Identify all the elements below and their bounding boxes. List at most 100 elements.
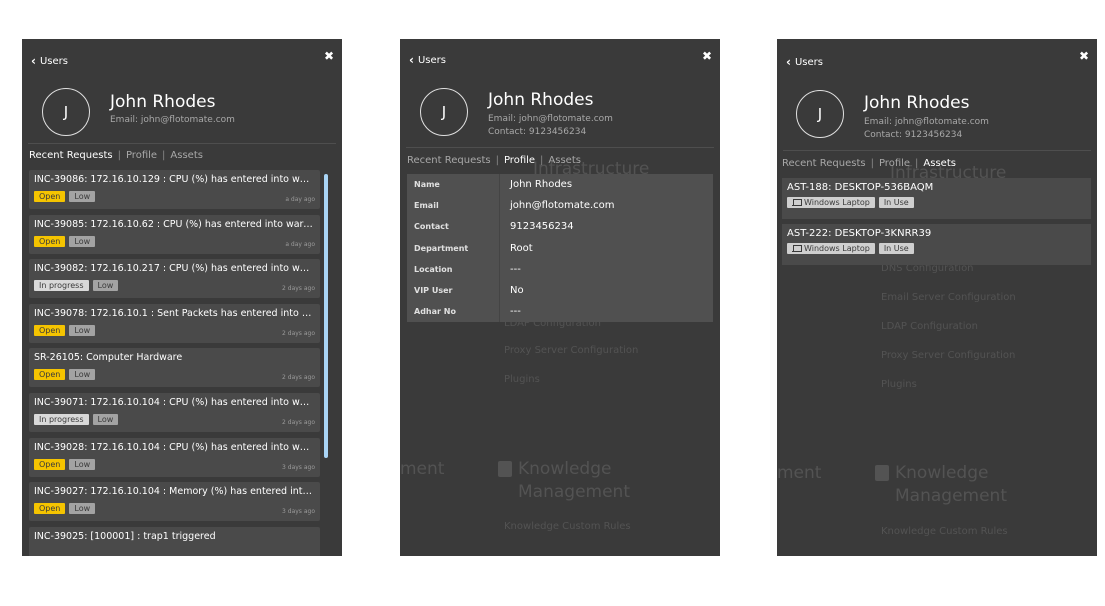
header-divider [406,147,714,148]
close-icon[interactable]: ✖ [1079,49,1089,63]
request-card[interactable]: INC-39025: [100001] : trap1 triggered [29,526,320,556]
tab-profile[interactable]: Profile [126,150,157,161]
request-card[interactable]: INC-39086: 172.16.10.129 : CPU (%) has e… [29,170,320,209]
asset-card[interactable]: AST-222: DESKTOP-3KNRR39 Windows Laptop In… [782,224,1091,265]
tab-recent-requests[interactable]: Recent Requests [782,158,866,169]
laptop-icon [792,245,802,252]
profile-field-label: Name [407,174,500,196]
scrollbar[interactable] [324,174,328,458]
priority-badge: Low [69,503,96,515]
request-card[interactable]: INC-39082: 172.16.10.217 : CPU (%) has e… [29,259,320,299]
tab-recent-requests[interactable]: Recent Requests [29,150,113,161]
avatar-letter: J [63,103,69,121]
asset-title: AST-188: DESKTOP-536BAQM [787,182,934,193]
tab-separator: | [162,150,166,161]
asset-title: AST-222: DESKTOP-3KNRR39 [787,228,932,239]
request-title: SR-26105: Computer Hardware [34,352,183,364]
status-badge: Open [34,458,66,470]
user-name: John Rhodes [864,93,970,113]
request-time: a day ago [285,196,315,203]
request-badges: In progress Low [34,280,315,292]
status-badge: Open [34,235,66,247]
request-card[interactable]: INC-39085: 172.16.10.62 : CPU (%) has en… [29,214,320,254]
user-name: John Rhodes [110,92,216,112]
book-icon [498,461,512,477]
user-email: Email: john@flotomate.com [864,117,989,127]
bg-ment-heading: ment [400,459,445,479]
request-card[interactable]: INC-39028: 172.16.10.104 : CPU (%) has e… [29,437,320,477]
request-title: INC-39028: 172.16.10.104 : CPU (%) has e… [34,441,315,453]
priority-badge: Low [69,458,96,470]
profile-field-label: Contact [407,216,500,238]
request-time: 2 days ago [282,418,315,426]
priority-badge: Low [69,369,96,381]
profile-row: Name John Rhodes [407,174,713,196]
status-badge: Open [34,324,66,336]
request-card[interactable]: INC-39027: 172.16.10.104 : Memory (%) ha… [29,482,320,522]
tab-assets[interactable]: Assets [170,150,203,161]
status-badge: Open [34,369,66,381]
tab-profile[interactable]: Profile [504,155,535,166]
asset-type-label: Windows Laptop [804,198,870,207]
back-to-users-link[interactable]: ‹ Users [409,54,446,66]
request-title: INC-39027: 172.16.10.104 : Memory (%) ha… [34,486,315,498]
tab-assets[interactable]: Assets [923,158,956,169]
request-card[interactable]: INC-39071: 172.16.10.104 : CPU (%) has e… [29,392,320,432]
request-list: INC-39086: 172.16.10.129 : CPU (%) has e… [29,170,320,556]
close-icon[interactable]: ✖ [702,49,712,63]
request-time: 3 days ago [282,508,315,516]
bg-management-heading: Management [895,486,1007,506]
asset-type-label: Windows Laptop [804,244,870,253]
asset-card[interactable]: AST-188: DESKTOP-536BAQM Windows Laptop In… [782,178,1091,219]
profile-field-value: 9123456234 [510,221,574,233]
request-time: 2 days ago [282,374,315,382]
close-icon[interactable]: ✖ [324,49,334,63]
avatar: J [42,88,90,136]
request-card[interactable]: INC-39078: 172.16.10.1 : Sent Packets ha… [29,303,320,343]
request-title: INC-39086: 172.16.10.129 : CPU (%) has e… [34,174,315,185]
bg-email-server-link: Email Server Configuration [881,292,1016,303]
bg-ldap-link: LDAP Configuration [881,321,978,332]
tab-assets[interactable]: Assets [548,155,581,166]
asset-badges: Windows Laptop In Use [787,243,1086,254]
priority-badge: Low [69,191,96,202]
bg-plugins-link: Plugins [881,379,917,390]
user-contact: Contact: 9123456234 [864,130,963,140]
profile-field-value: No [510,285,524,297]
user-email: Email: john@flotomate.com [110,115,235,125]
request-title: INC-39025: [100001] : trap1 triggered [34,530,216,542]
request-title: INC-39085: 172.16.10.62 : CPU (%) has en… [34,218,315,230]
request-badges: Open Low [34,324,315,336]
profile-field-value: Root [510,242,533,254]
back-link-label: Users [417,54,446,66]
profile-field-label: Location [407,258,500,280]
priority-badge: Low [69,235,96,247]
tab-recent-requests[interactable]: Recent Requests [407,155,491,166]
profile-row: Contact 9123456234 [407,216,713,238]
back-link-label: Users [39,55,68,67]
back-link-label: Users [794,56,823,68]
request-time: 2 days ago [282,329,315,337]
tab-profile[interactable]: Profile [879,158,910,169]
user-panel-profile: Infrastructure LDAP Configuration Proxy … [400,39,720,556]
back-to-users-link[interactable]: ‹ Users [31,55,68,67]
profile-field-label: Adhar No [407,301,500,323]
avatar: J [796,90,844,138]
status-badge: In progress [34,413,89,425]
back-to-users-link[interactable]: ‹ Users [786,56,823,68]
tab-separator: | [870,158,874,169]
profile-field-value: --- [510,306,521,318]
bg-knowledge-heading: Knowledge [895,463,989,483]
profile-row: VIP User No [407,279,713,302]
request-title: INC-39078: 172.16.10.1 : Sent Packets ha… [34,307,315,319]
chevron-left-icon: ‹ [409,53,414,67]
request-card[interactable]: SR-26105: Computer Hardware Open Low 2 days… [29,348,320,388]
profile-tabs: Recent Requests | Profile | Assets [29,150,203,161]
profile-tabs: Recent Requests | Profile | Assets [782,158,956,169]
request-badges: Open Low [34,235,315,247]
asset-type-badge: Windows Laptop [787,243,875,254]
chevron-left-icon: ‹ [31,54,36,68]
bg-management-heading: Management [518,482,630,502]
bg-knowledge-rules-link: Knowledge Custom Rules [504,521,631,532]
request-badges: In progress Low [34,413,315,425]
